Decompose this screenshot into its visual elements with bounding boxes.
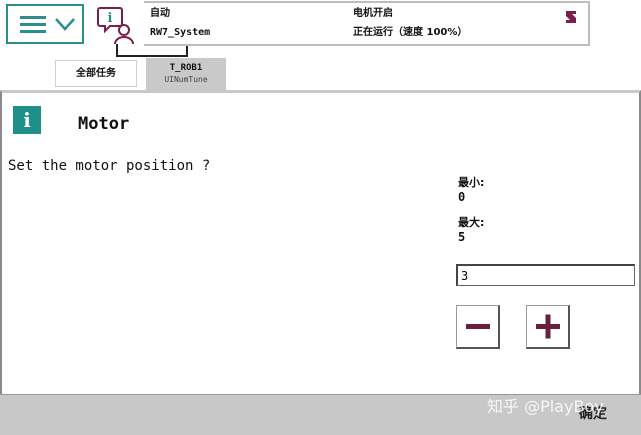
- minus-icon: [466, 324, 490, 329]
- dialog-prompt: Set the motor position ?: [8, 158, 211, 174]
- info-user-icon[interactable]: i: [97, 5, 137, 45]
- increment-button[interactable]: [526, 305, 570, 349]
- mode-label: 自动: [150, 8, 170, 19]
- max-label: 最大:: [458, 216, 485, 229]
- status-panel[interactable]: 自动 RW7_System 电机开启 正在运行（速度 100%）: [144, 1, 590, 46]
- motor-state: 电机开启: [353, 8, 393, 19]
- tab-t-rob1[interactable]: T_ROB1 UINumTune: [146, 58, 226, 90]
- tab-title: T_ROB1: [169, 63, 203, 73]
- plus-icon: [536, 314, 560, 339]
- watermark: 知乎 @PlayBoy: [487, 397, 604, 416]
- max-value: 5: [458, 230, 466, 244]
- info-icon: i: [13, 106, 41, 134]
- tab-subtitle: UINumTune: [164, 75, 208, 84]
- min-label: 最小:: [458, 176, 485, 189]
- chevron-down-icon: [55, 18, 75, 31]
- decrement-button[interactable]: [456, 305, 500, 349]
- abb-logo-icon: [566, 11, 576, 23]
- system-name: RW7_System: [150, 27, 211, 38]
- dialog-title: Motor: [78, 114, 130, 134]
- min-value: 0: [458, 190, 466, 204]
- value-input[interactable]: [456, 264, 635, 286]
- svg-text:i: i: [108, 11, 113, 26]
- run-state: 正在运行（速度 100%）: [353, 27, 468, 38]
- main-menu-button[interactable]: [6, 4, 84, 44]
- tab-all-tasks[interactable]: 全部任务: [55, 60, 137, 87]
- dialog-frame: [0, 90, 641, 435]
